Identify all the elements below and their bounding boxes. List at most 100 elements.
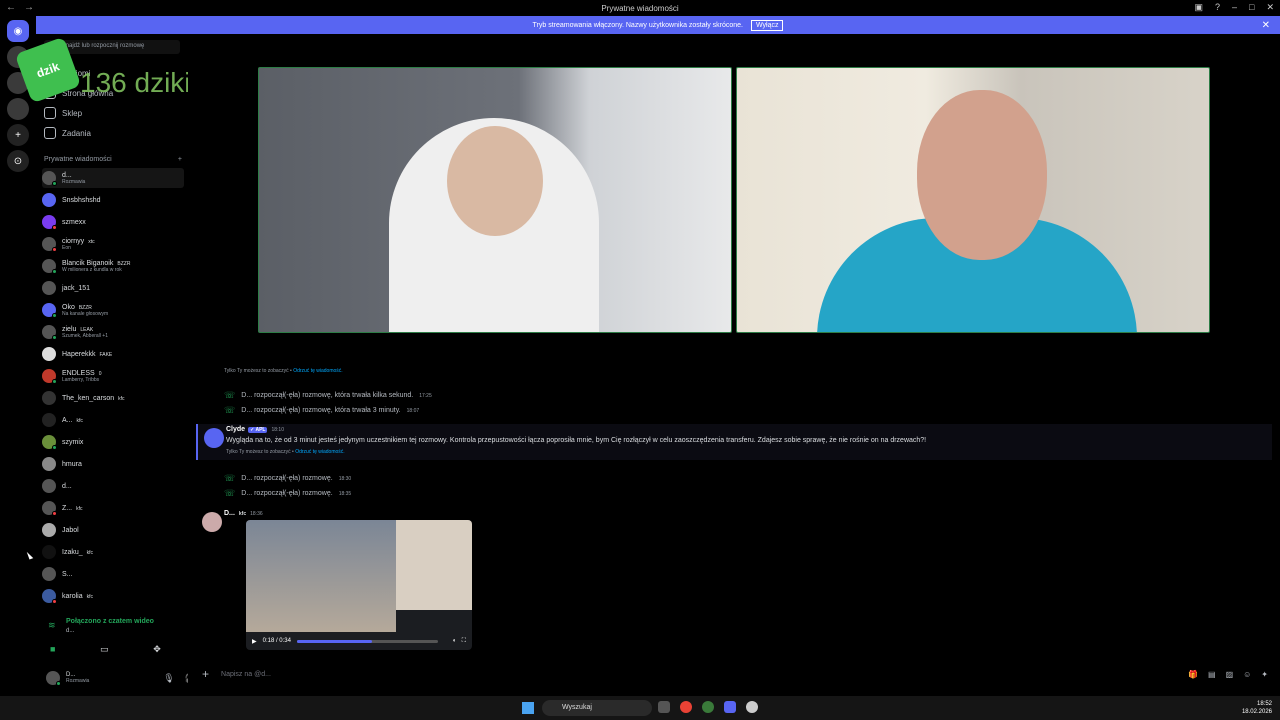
dm-item[interactable]: jack_151 [42, 278, 184, 298]
dm-item[interactable]: Jabol [42, 520, 184, 540]
avatar[interactable] [46, 671, 61, 686]
avatar [42, 281, 56, 295]
call-system-message: ☏ D... rozpoczął(-ęła) rozmowę. 18:35 [224, 488, 352, 498]
help-icon[interactable]: ? [1215, 2, 1220, 13]
screen-share-icon[interactable]: ▭ [100, 644, 109, 655]
dismiss-link[interactable]: Odrzuć tę wiadomość. [293, 368, 342, 374]
add-dm-icon[interactable]: + [178, 156, 182, 163]
camera-icon[interactable]: ■ [50, 644, 55, 655]
dm-item[interactable]: The_ken_carson kfc [42, 388, 184, 408]
dm-sidebar: Znajdź lub rozpocznij rozmowę Znajomi St… [36, 34, 218, 688]
avatar [42, 545, 56, 559]
video-tile[interactable] [736, 67, 1210, 333]
minimize-icon[interactable]: – [1232, 2, 1237, 13]
video-attachment[interactable]: ▶ 0:18 / 0:34 ◖ ⛶ [246, 520, 472, 650]
gift-icon[interactable]: 🎁 [1188, 670, 1198, 679]
clan-tag: xtc [88, 238, 95, 245]
clan-tag: kfc [86, 593, 94, 600]
close-icon[interactable]: ✕ [1266, 2, 1274, 13]
app-badge: ✓ APL [248, 427, 268, 433]
voice-status: Połączono z czatem wideo [66, 618, 154, 625]
discord-home-icon[interactable]: ◉ [7, 20, 29, 42]
main-call-area: Tylko Ty możesz to zobaczyć • Odrzuć tę … [188, 34, 1280, 688]
clyde-message: Clyde ✓ APL 18:10 Wygląda na to, że od 3 m… [196, 424, 1272, 460]
author-name: D... [224, 510, 235, 517]
clan-tag: BZZR [117, 260, 131, 267]
play-icon[interactable]: ▶ [252, 638, 257, 645]
avatar [42, 237, 57, 252]
activities-icon[interactable]: ✥ [153, 644, 161, 655]
dm-item[interactable]: zielu LEAK Szumek, Abberall +1 [42, 322, 184, 342]
shop-icon [44, 107, 56, 119]
fullscreen-icon[interactable]: ⛶ [462, 638, 466, 645]
system-tray-clock[interactable]: 18:52 18.02.2026 [1242, 700, 1272, 716]
call-system-message: ☏ D... rozpoczął(-ęła) rozmowę, która trw… [224, 405, 420, 415]
taskbar-search[interactable]: Wyszukaj [542, 700, 652, 716]
message-text: Wygląda na to, że od 3 minut jesteś jedy… [226, 437, 927, 444]
dm-item[interactable]: karolia kfc [42, 586, 184, 606]
emoji-icon[interactable]: ☺ [1243, 670, 1251, 679]
windows-taskbar: Wyszukaj 18:52 18.02.2026 [0, 696, 1280, 720]
dm-item[interactable]: Izaku_ kfc [42, 542, 184, 562]
timestamp: 18:10 [271, 427, 284, 433]
avatar [42, 523, 56, 537]
server-icon[interactable] [7, 98, 29, 120]
dm-item[interactable]: szymix [42, 432, 184, 452]
inbox-icon[interactable]: ▣ [1194, 2, 1203, 13]
add-attachment-icon[interactable]: + [202, 667, 209, 681]
nav-shop[interactable]: Sklep [44, 104, 82, 122]
maximize-icon[interactable]: □ [1249, 2, 1254, 13]
chrome-icon[interactable] [680, 701, 692, 713]
app-icon[interactable] [746, 701, 758, 713]
phone-icon: ☏ [224, 488, 236, 498]
sticker-icon[interactable]: ▨ [1226, 670, 1234, 679]
video-tile[interactable] [258, 67, 732, 333]
signal-icon: ≋ [48, 620, 56, 630]
dm-item[interactable]: szmexx [42, 212, 184, 232]
message-input[interactable]: Napisz na @d... [221, 671, 271, 678]
dm-item[interactable]: Z... kfc [42, 498, 184, 518]
phone-icon: ☏ [224, 473, 236, 483]
video-progress[interactable] [296, 639, 439, 643]
video-controls: ▶ 0:18 / 0:34 ◖ ⛶ [246, 632, 472, 650]
video-progress-fill [296, 639, 372, 643]
clan-tag: kfc [76, 505, 83, 512]
close-banner-icon[interactable]: ✕ [1262, 20, 1270, 31]
user-status: Rozmawia [66, 678, 90, 684]
dm-item[interactable]: Snsbhshshd [42, 190, 184, 210]
volume-icon[interactable]: ◖ [452, 638, 456, 644]
message-composer[interactable]: + Napisz na @d... 🎁 ▤ ▨ ☺ ✦ [196, 664, 1272, 684]
nav-quests[interactable]: Zadania [44, 124, 91, 142]
clan-tag: kfc [238, 511, 247, 517]
clan-tag: kfc [76, 417, 83, 424]
discord-taskbar-icon[interactable] [724, 701, 736, 713]
dm-item[interactable]: d... Rozmawia [42, 168, 184, 188]
dm-item[interactable]: A... kfc [42, 410, 184, 430]
windows-start-icon[interactable] [522, 702, 534, 714]
dismiss-link[interactable]: Odrzuć tę wiadomość. [295, 449, 344, 455]
discover-icon[interactable]: ⊙ [7, 150, 29, 172]
disable-streamer-mode-button[interactable]: Wyłącz [750, 19, 784, 31]
banner-text: Tryb streamowania włączony. Nazwy użytko… [532, 21, 743, 29]
dm-item[interactable]: Oko BZZR Na kanale głosowym [42, 300, 184, 320]
voice-channel: d... [66, 628, 75, 634]
avatar [42, 589, 57, 604]
dm-item[interactable]: Blancik Biganoik BZZR W milionera z kundla… [42, 256, 184, 276]
phone-icon: ☏ [224, 390, 236, 400]
gif-icon[interactable]: ▤ [1208, 670, 1216, 679]
dm-item[interactable]: ciornyy xtc Eon [42, 234, 184, 254]
dm-item[interactable]: hmura [42, 454, 184, 474]
clan-tag: LEAK [80, 326, 94, 333]
microphone-icon[interactable]: 🎙 [163, 673, 174, 684]
dm-item[interactable]: S... [42, 564, 184, 584]
apps-icon[interactable]: ✦ [1261, 670, 1268, 679]
avatar [42, 413, 56, 427]
dm-header: Prywatne wiadomości + [44, 156, 182, 163]
dm-item[interactable]: d... [42, 476, 184, 496]
dm-item[interactable]: Haperekkk FAKE [42, 344, 184, 364]
app-icon[interactable] [702, 701, 714, 713]
clan-tag: FAKE [99, 351, 113, 358]
add-server-icon[interactable]: + [7, 124, 29, 146]
task-view-icon[interactable] [658, 701, 670, 713]
dm-item[interactable]: ENDLESS 0 Lamberry, Tribbs [42, 366, 184, 386]
